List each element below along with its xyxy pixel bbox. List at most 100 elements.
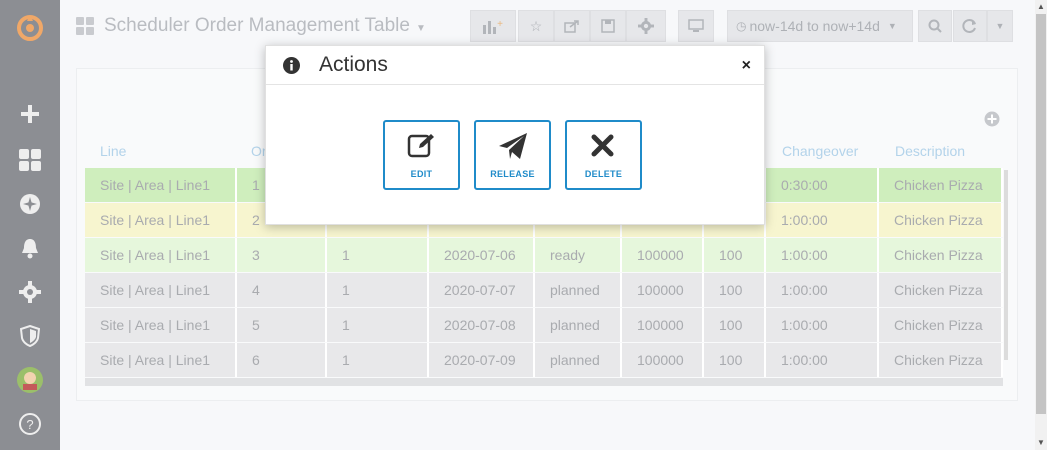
cell-changeover: 1:00:00 [766, 203, 879, 237]
time-range-text: now-14d to now+14d [749, 18, 880, 34]
close-icon[interactable]: × [742, 57, 751, 75]
dashboards-icon[interactable] [0, 146, 60, 174]
release-label: RELEASE [490, 169, 535, 179]
cell-status: planned [535, 273, 622, 307]
sidebar: ? [0, 0, 60, 450]
star-button[interactable]: ☆ [518, 10, 554, 42]
shield-icon[interactable] [0, 322, 60, 350]
cell-changeover: 1:00:00 [766, 273, 879, 307]
cell-quantity: 1 [327, 308, 429, 342]
cell-date: 2020-07-09 [429, 343, 535, 377]
search-icon [928, 19, 942, 33]
cell-line: Site | Area | Line1 [85, 308, 237, 342]
table-row-partial [85, 378, 1003, 386]
explore-icon[interactable] [0, 190, 60, 218]
dashboard-grid-icon [76, 17, 94, 40]
table-row[interactable]: Site | Area | Line1 5 1 2020-07-08 planned 10… [85, 308, 1003, 342]
chevron-down-icon: ▼ [995, 21, 1005, 31]
cell-line: Site | Area | Line1 [85, 273, 237, 307]
zoom-out-button[interactable] [918, 10, 952, 42]
share-button[interactable] [554, 10, 590, 42]
cell-quantity: 1 [327, 343, 429, 377]
cell-amount: 100000 [622, 343, 704, 377]
cell-description: Chicken Pizza [879, 203, 1003, 237]
cell-changeover: 1:00:00 [766, 238, 879, 272]
cell-changeover: 0:30:00 [766, 168, 879, 202]
cell-description: Chicken Pizza [879, 308, 1003, 342]
scroll-thumb[interactable] [1036, 14, 1046, 414]
plus-icon[interactable] [0, 100, 60, 128]
cell-order: 6 [237, 343, 327, 377]
modal-header: Actions × [266, 46, 764, 85]
delete-label: DELETE [584, 169, 623, 179]
star-icon: ☆ [529, 17, 543, 34]
cell-description: Chicken Pizza [879, 273, 1003, 307]
add-panel-button[interactable]: + [470, 10, 516, 42]
cell-quantity: 1 [327, 273, 429, 307]
svg-text:+: + [497, 19, 503, 30]
svg-text:?: ? [26, 417, 33, 432]
cell-description: Chicken Pizza [879, 343, 1003, 377]
cell-date: 2020-07-07 [429, 273, 535, 307]
refresh-button[interactable] [953, 10, 987, 42]
bell-icon[interactable] [0, 234, 60, 262]
grafana-logo-icon[interactable] [0, 10, 60, 46]
dashboard-title[interactable]: Scheduler Order Management Table ▼ [104, 15, 426, 37]
tv-mode-button[interactable] [678, 10, 714, 42]
add-circle-icon[interactable] [984, 111, 1000, 132]
actions-modal: Actions × EDIT RELEASE DELETE [265, 45, 765, 225]
refresh-icon [962, 19, 976, 33]
modal-title: Actions [319, 53, 388, 76]
cell-status: planned [535, 308, 622, 342]
edit-icon [407, 134, 434, 158]
cell-order: 5 [237, 308, 327, 342]
page-scrollbar[interactable]: ▲ ▼ [1035, 0, 1047, 450]
cell-changeover: 1:00:00 [766, 343, 879, 377]
cell-amount: 100000 [622, 238, 704, 272]
settings-button[interactable] [626, 10, 666, 42]
release-button[interactable]: RELEASE [474, 120, 551, 190]
delete-button[interactable]: DELETE [565, 120, 642, 190]
cell-line: Site | Area | Line1 [85, 238, 237, 272]
save-button[interactable] [590, 10, 626, 42]
column-header-description[interactable]: Description [895, 143, 965, 159]
help-icon[interactable]: ? [0, 410, 60, 438]
refresh-interval-dropdown[interactable]: ▼ [987, 10, 1013, 42]
table-row[interactable]: Site | Area | Line1 4 1 2020-07-07 planned 10… [85, 273, 1003, 307]
column-header-changeover[interactable]: Changeover [782, 143, 858, 159]
chevron-down-icon: ▼ [887, 21, 897, 31]
cell-rate: 100 [704, 238, 766, 272]
table-row[interactable]: Site | Area | Line1 3 1 2020-07-06 ready 1000… [85, 238, 1003, 272]
cell-date: 2020-07-06 [429, 238, 535, 272]
monitor-icon [688, 19, 704, 32]
edit-button[interactable]: EDIT [383, 120, 460, 190]
edit-label: EDIT [410, 169, 433, 179]
cell-rate: 100 [704, 343, 766, 377]
chevron-down-icon: ▼ [415, 23, 426, 34]
cell-date: 2020-07-08 [429, 308, 535, 342]
cell-line: Site | Area | Line1 [85, 168, 237, 202]
column-header-line[interactable]: Line [100, 143, 126, 159]
table-scrollbar[interactable] [1004, 170, 1008, 360]
cell-description: Chicken Pizza [879, 238, 1003, 272]
close-x-icon [591, 134, 614, 157]
cell-rate: 100 [704, 273, 766, 307]
clock-icon: ◷ [736, 19, 747, 33]
scroll-up-icon[interactable]: ▲ [1037, 3, 1045, 11]
cell-status: ready [535, 238, 622, 272]
avatar[interactable] [0, 365, 60, 395]
cell-status: planned [535, 343, 622, 377]
cell-amount: 100000 [622, 273, 704, 307]
time-range-picker[interactable]: ◷ now-14d to now+14d ▼ [727, 10, 913, 42]
table-row[interactable]: Site | Area | Line1 6 1 2020-07-09 planned 10… [85, 343, 1003, 377]
share-icon [564, 20, 579, 33]
info-icon [283, 57, 300, 74]
save-icon [601, 19, 615, 33]
cell-quantity: 1 [327, 238, 429, 272]
cell-changeover: 1:00:00 [766, 308, 879, 342]
gear-icon [638, 18, 654, 34]
cell-order: 3 [237, 238, 327, 272]
gear-icon[interactable] [0, 278, 60, 306]
cell-line: Site | Area | Line1 [85, 343, 237, 377]
scroll-down-icon[interactable]: ▼ [1037, 439, 1045, 447]
